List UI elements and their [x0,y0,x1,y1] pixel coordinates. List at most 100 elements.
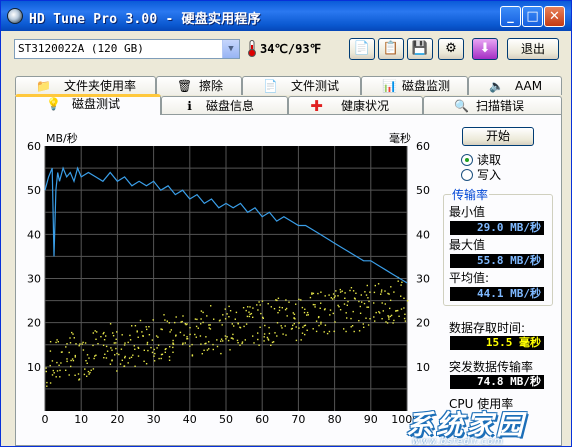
access-time-point [105,357,108,359]
access-time-point [184,323,186,325]
access-time-point [83,373,86,376]
access-time-point [389,315,392,318]
access-time-point [147,349,149,352]
access-time-point [339,288,341,291]
access-time-point [243,325,245,328]
access-time-point [72,333,74,335]
access-time-point [82,341,84,344]
y-left-tick-label: 30 [27,273,41,286]
access-time-point [116,370,118,372]
access-time-point [323,309,326,311]
read-radio[interactable]: 读取 [461,153,551,168]
access-time-point [367,324,370,326]
access-time-point [111,359,113,361]
access-time-point [373,291,376,294]
access-time-point [78,379,80,381]
access-time-point [403,317,406,320]
access-time-point [59,369,61,372]
access-time-point [97,343,99,345]
access-time-point [94,355,96,357]
access-time-point [70,365,72,368]
start-button[interactable]: 开始 [462,127,534,146]
access-time-point [153,360,156,362]
access-time-point [57,341,59,343]
access-time-point [333,296,336,299]
access-time-point [404,320,407,322]
access-time-point [45,370,47,373]
access-time-point [341,290,343,292]
access-time-point [324,324,327,326]
access-time-point [293,323,295,325]
access-time-point [110,347,112,349]
access-time-point [109,323,112,325]
access-time-point [228,305,230,308]
access-time-point [382,310,384,312]
access-time-point [123,365,126,367]
access-time-point [358,330,361,332]
access-time-point [69,337,71,339]
access-time-point [52,369,54,372]
access-time-point [329,314,331,316]
access-time-point [392,322,394,324]
access-time-point [130,356,133,358]
access-time-point [268,326,270,329]
access-time-point [369,318,371,320]
access-time-point [191,343,193,346]
access-time-point [306,311,309,314]
access-time-point [148,334,151,336]
access-time-point [49,341,52,343]
access-time-point [105,335,107,337]
access-time-point [70,359,72,362]
access-time-point [403,307,405,309]
access-time-point [352,290,355,292]
access-time-point [373,302,375,304]
access-time-point [124,342,126,344]
y-right-tick-label: 10 [416,361,430,374]
tab-benchmark[interactable]: 💡 磁盘测试 [15,94,161,115]
access-time-point [92,332,94,334]
access-time-point [160,357,162,360]
access-time-point [292,312,294,314]
access-time-point [350,317,352,320]
access-time-point [335,290,337,292]
access-time-point [113,342,115,344]
access-time-point [182,342,184,344]
access-time-point [393,291,395,293]
access-time-point [248,315,251,318]
access-time-point [141,331,143,333]
access-time-point [208,324,210,326]
x-tick-label: 40 [183,413,197,426]
access-time-point [353,330,355,333]
access-time-point [358,320,360,322]
access-time-point [73,337,75,339]
access-time-point [271,341,274,344]
access-time-point [175,316,177,318]
access-time-point [387,315,389,317]
access-time-point [226,313,228,315]
access-time-point [68,351,70,354]
write-radio[interactable]: 写入 [461,168,551,183]
access-time-point [252,307,254,309]
access-time-point [317,316,320,319]
access-time-point [168,322,170,324]
access-time-point [55,376,57,378]
access-time-point [66,343,68,345]
access-time-point [82,349,85,351]
access-time-point [134,348,136,350]
access-time-point [249,306,251,308]
access-time-point [264,324,266,327]
access-time-point [332,312,334,315]
access-time-point [320,321,322,323]
access-time-point [151,351,154,354]
access-time-point [229,310,232,312]
max-value: 55.8 MB/秒 [450,254,544,268]
access-time-point [306,329,308,331]
access-time-point [275,299,277,301]
access-time-point [60,362,62,364]
min-label: 最小值 [449,205,486,219]
access-time-point [186,338,188,340]
x-tick-label: 90 [364,413,378,426]
access-time-point [247,306,249,308]
access-time-point [186,323,188,325]
access-time-point [55,341,57,344]
